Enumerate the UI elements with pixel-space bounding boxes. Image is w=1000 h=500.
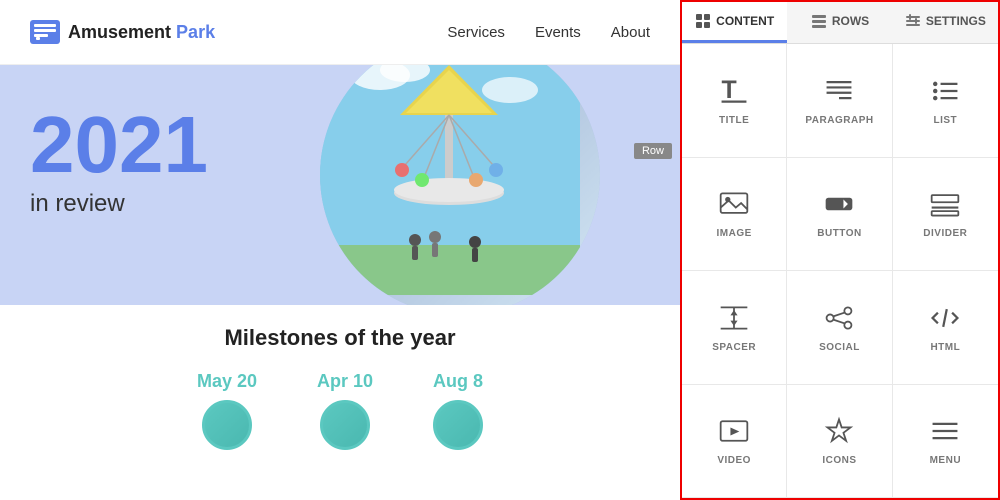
tab-rows-label: ROWS bbox=[832, 14, 869, 28]
milestone-item-2: Aug 8 bbox=[433, 371, 483, 450]
paragraph-icon bbox=[823, 75, 855, 107]
spacer-icon bbox=[718, 302, 750, 334]
milestones-section: Milestones of the year May 20 Apr 10 Aug… bbox=[0, 305, 680, 460]
html-icon bbox=[929, 302, 961, 334]
content-item-social[interactable]: SOCIAL bbox=[787, 271, 892, 385]
content-item-spacer[interactable]: SPACER bbox=[682, 271, 787, 385]
tab-settings[interactable]: SETTINGS bbox=[893, 2, 998, 43]
panel-tabs: CONTENT ROWS SETTINGS bbox=[682, 2, 998, 44]
video-item-label: VIDEO bbox=[717, 455, 751, 466]
hero-text-area: 2021 in review bbox=[30, 105, 208, 218]
rows-tab-icon bbox=[811, 13, 827, 29]
content-item-paragraph[interactable]: PARAGRAPH bbox=[787, 44, 892, 158]
spacer-item-label: SPACER bbox=[712, 342, 756, 353]
tab-content-label: CONTENT bbox=[716, 14, 774, 28]
website-preview: Amusement Park Services Events About Row… bbox=[0, 0, 680, 500]
nav-services[interactable]: Services bbox=[447, 24, 505, 41]
title-item-label: TITLE bbox=[719, 115, 749, 126]
content-item-title[interactable]: T TITLE bbox=[682, 44, 787, 158]
svg-text:T: T bbox=[722, 76, 737, 104]
milestone-date-1: Apr 10 bbox=[317, 371, 373, 392]
image-item-label: IMAGE bbox=[717, 228, 752, 239]
list-item-label: LIST bbox=[933, 115, 957, 126]
site-logo: Amusement Park bbox=[30, 20, 215, 44]
logo-text: Amusement Park bbox=[68, 22, 215, 43]
divider-icon bbox=[929, 188, 961, 220]
menu-icon bbox=[929, 415, 961, 447]
settings-tab-icon bbox=[905, 13, 921, 29]
social-icon bbox=[823, 302, 855, 334]
site-header: Amusement Park Services Events About bbox=[0, 0, 680, 65]
nav-events[interactable]: Events bbox=[535, 24, 581, 41]
milestone-avatar-0 bbox=[202, 400, 252, 450]
milestone-date-2: Aug 8 bbox=[433, 371, 483, 392]
milestone-item-0: May 20 bbox=[197, 371, 257, 450]
icons-icon bbox=[823, 415, 855, 447]
content-tab-icon bbox=[695, 13, 711, 29]
social-item-label: SOCIAL bbox=[819, 342, 860, 353]
logo-icon bbox=[30, 20, 60, 44]
tab-rows[interactable]: ROWS bbox=[787, 2, 892, 43]
content-grid: T TITLE PARAGRAPH bbox=[682, 44, 998, 498]
button-icon bbox=[823, 188, 855, 220]
title-icon: T bbox=[718, 75, 750, 107]
html-item-label: HTML bbox=[930, 342, 960, 353]
milestone-date-0: May 20 bbox=[197, 371, 257, 392]
tab-settings-label: SETTINGS bbox=[926, 14, 986, 28]
row-badge: Row bbox=[634, 143, 672, 159]
hero-subtitle: in review bbox=[30, 190, 208, 218]
content-item-video[interactable]: VIDEO bbox=[682, 385, 787, 499]
icons-item-label: ICONS bbox=[822, 455, 856, 466]
content-item-html[interactable]: HTML bbox=[893, 271, 998, 385]
milestones-dates: May 20 Apr 10 Aug 8 bbox=[30, 371, 650, 450]
hero-year: 2021 bbox=[30, 105, 208, 185]
nav-about[interactable]: About bbox=[611, 24, 650, 41]
content-panel: CONTENT ROWS SETTINGS T bbox=[680, 0, 1000, 500]
divider-item-label: DIVIDER bbox=[923, 228, 967, 239]
milestone-item-1: Apr 10 bbox=[317, 371, 373, 450]
button-item-label: BUTTON bbox=[817, 228, 861, 239]
hero-image bbox=[320, 65, 600, 305]
paragraph-item-label: PARAGRAPH bbox=[805, 115, 873, 126]
hero-image-circle bbox=[320, 65, 600, 305]
logo-amusement: Amusement bbox=[68, 22, 171, 42]
site-navigation: Services Events About bbox=[447, 24, 650, 41]
list-icon bbox=[929, 75, 961, 107]
tab-content[interactable]: CONTENT bbox=[682, 2, 787, 43]
image-icon bbox=[718, 188, 750, 220]
content-item-icons[interactable]: ICONS bbox=[787, 385, 892, 499]
content-item-menu[interactable]: MENU bbox=[893, 385, 998, 499]
content-item-divider[interactable]: DIVIDER bbox=[893, 158, 998, 272]
menu-item-label: MENU bbox=[930, 455, 961, 466]
milestone-avatar-1 bbox=[320, 400, 370, 450]
milestone-avatar-2 bbox=[433, 400, 483, 450]
hero-section: Row 2021 in review bbox=[0, 65, 680, 305]
content-item-list[interactable]: LIST bbox=[893, 44, 998, 158]
logo-park: Park bbox=[176, 22, 215, 42]
content-item-button[interactable]: BUTTON bbox=[787, 158, 892, 272]
video-icon bbox=[718, 415, 750, 447]
content-item-image[interactable]: IMAGE bbox=[682, 158, 787, 272]
milestones-title: Milestones of the year bbox=[30, 325, 650, 351]
